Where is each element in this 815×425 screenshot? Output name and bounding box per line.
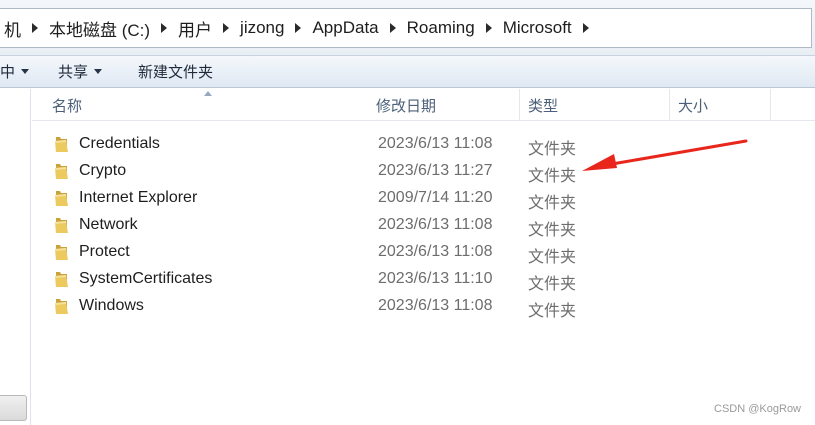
chevron-right-icon[interactable] xyxy=(485,23,492,33)
breadcrumb-label: 本地磁盘 (C:) xyxy=(49,20,151,40)
file-name: Protect xyxy=(79,243,130,260)
navigation-pane[interactable] xyxy=(0,89,31,425)
chevron-right-icon[interactable] xyxy=(223,23,230,33)
folder-icon xyxy=(54,244,69,261)
file-row[interactable]: Internet Explorer 2009/7/14 11:20 文件夹 xyxy=(32,185,815,212)
watermark: CSDN @KogRow xyxy=(714,403,801,415)
folder-icon xyxy=(54,163,69,180)
column-header-label: 类型 xyxy=(528,97,559,115)
file-type: 文件夹 xyxy=(528,303,577,320)
file-row[interactable]: SystemCertificates 2023/6/13 11:10 文件夹 xyxy=(32,266,815,293)
file-modified: 2023/6/13 11:27 xyxy=(378,162,493,179)
file-type: 文件夹 xyxy=(528,249,577,266)
breadcrumb-label: 用户 xyxy=(178,20,213,40)
file-row[interactable]: Protect 2023/6/13 11:08 文件夹 xyxy=(32,239,815,266)
chevron-right-icon[interactable] xyxy=(295,23,302,33)
toolbar-label: 中 xyxy=(0,64,16,81)
breadcrumb-item-microsoft[interactable]: Microsoft xyxy=(496,18,593,38)
include-in-library-button[interactable]: 中 xyxy=(0,56,30,87)
breadcrumb-item-users[interactable]: 用户 xyxy=(171,16,233,41)
toolbar-label: 新建文件夹 xyxy=(138,64,214,81)
chevron-down-icon xyxy=(21,69,30,74)
column-header-label: 修改日期 xyxy=(376,97,437,115)
chevron-right-icon[interactable] xyxy=(389,23,396,33)
file-modified: 2023/6/13 11:08 xyxy=(378,135,493,152)
file-row[interactable]: Network 2023/6/13 11:08 文件夹 xyxy=(32,212,815,239)
file-modified: 2023/6/13 11:08 xyxy=(378,243,493,260)
file-type: 文件夹 xyxy=(528,141,577,158)
breadcrumb-item-local-disk[interactable]: 本地磁盘 (C:) xyxy=(42,16,171,41)
file-name: Internet Explorer xyxy=(79,189,198,206)
chevron-right-icon[interactable] xyxy=(32,23,38,33)
breadcrumb-item-roaming[interactable]: Roaming xyxy=(400,18,496,38)
column-header-size[interactable]: 大小 xyxy=(670,89,771,121)
navigation-scrollbar[interactable] xyxy=(0,395,27,421)
file-row[interactable]: Windows 2023/6/13 11:08 文件夹 xyxy=(32,293,815,320)
column-header-name[interactable]: 名称 xyxy=(44,89,372,121)
file-modified: 2023/6/13 11:08 xyxy=(378,297,493,314)
address-bar: 机 本地磁盘 (C:) 用户 jizong AppData Roaming Mi… xyxy=(0,0,815,56)
folder-icon xyxy=(54,190,69,207)
command-bar: 中 共享 新建文件夹 xyxy=(0,56,815,88)
file-modified: 2009/7/14 11:20 xyxy=(378,189,493,206)
folder-icon xyxy=(54,136,69,153)
chevron-right-icon[interactable] xyxy=(582,23,589,33)
folder-icon xyxy=(54,217,69,234)
breadcrumb-item-computer[interactable]: 机 xyxy=(4,16,42,41)
share-button[interactable]: 共享 xyxy=(58,56,103,87)
folder-icon xyxy=(54,298,69,315)
file-type: 文件夹 xyxy=(528,168,577,185)
breadcrumb-label: Microsoft xyxy=(502,18,572,37)
file-modified: 2023/6/13 11:10 xyxy=(378,270,493,287)
breadcrumb-item-appdata[interactable]: AppData xyxy=(305,18,399,38)
file-name: Network xyxy=(79,216,138,233)
file-name: Credentials xyxy=(79,135,160,152)
folder-icon xyxy=(54,271,69,288)
chevron-right-icon[interactable] xyxy=(161,23,168,33)
file-name: Crypto xyxy=(79,162,127,179)
file-name: SystemCertificates xyxy=(79,270,213,287)
toolbar-label: 共享 xyxy=(58,64,89,81)
column-headers: 名称 修改日期 类型 大小 xyxy=(32,89,815,121)
chevron-down-icon xyxy=(94,69,103,74)
file-modified: 2023/6/13 11:08 xyxy=(378,216,493,233)
column-header-type[interactable]: 类型 xyxy=(520,89,670,121)
breadcrumb-label: Roaming xyxy=(406,18,475,37)
new-folder-button[interactable]: 新建文件夹 xyxy=(138,56,213,87)
red-arrow-icon xyxy=(582,139,748,171)
file-type: 文件夹 xyxy=(528,195,577,212)
breadcrumb-label: AppData xyxy=(312,18,379,37)
column-header-modified[interactable]: 修改日期 xyxy=(368,89,520,121)
breadcrumb-label: jizong xyxy=(240,18,285,37)
file-type: 文件夹 xyxy=(528,222,577,239)
column-header-label: 名称 xyxy=(52,97,83,115)
file-type: 文件夹 xyxy=(528,276,577,293)
breadcrumb[interactable]: 机 本地磁盘 (C:) 用户 jizong AppData Roaming Mi… xyxy=(0,8,812,48)
file-name: Windows xyxy=(79,297,144,314)
column-header-label: 大小 xyxy=(678,97,709,115)
breadcrumb-item-user[interactable]: jizong xyxy=(233,18,305,38)
breadcrumb-label: 机 xyxy=(4,20,21,40)
